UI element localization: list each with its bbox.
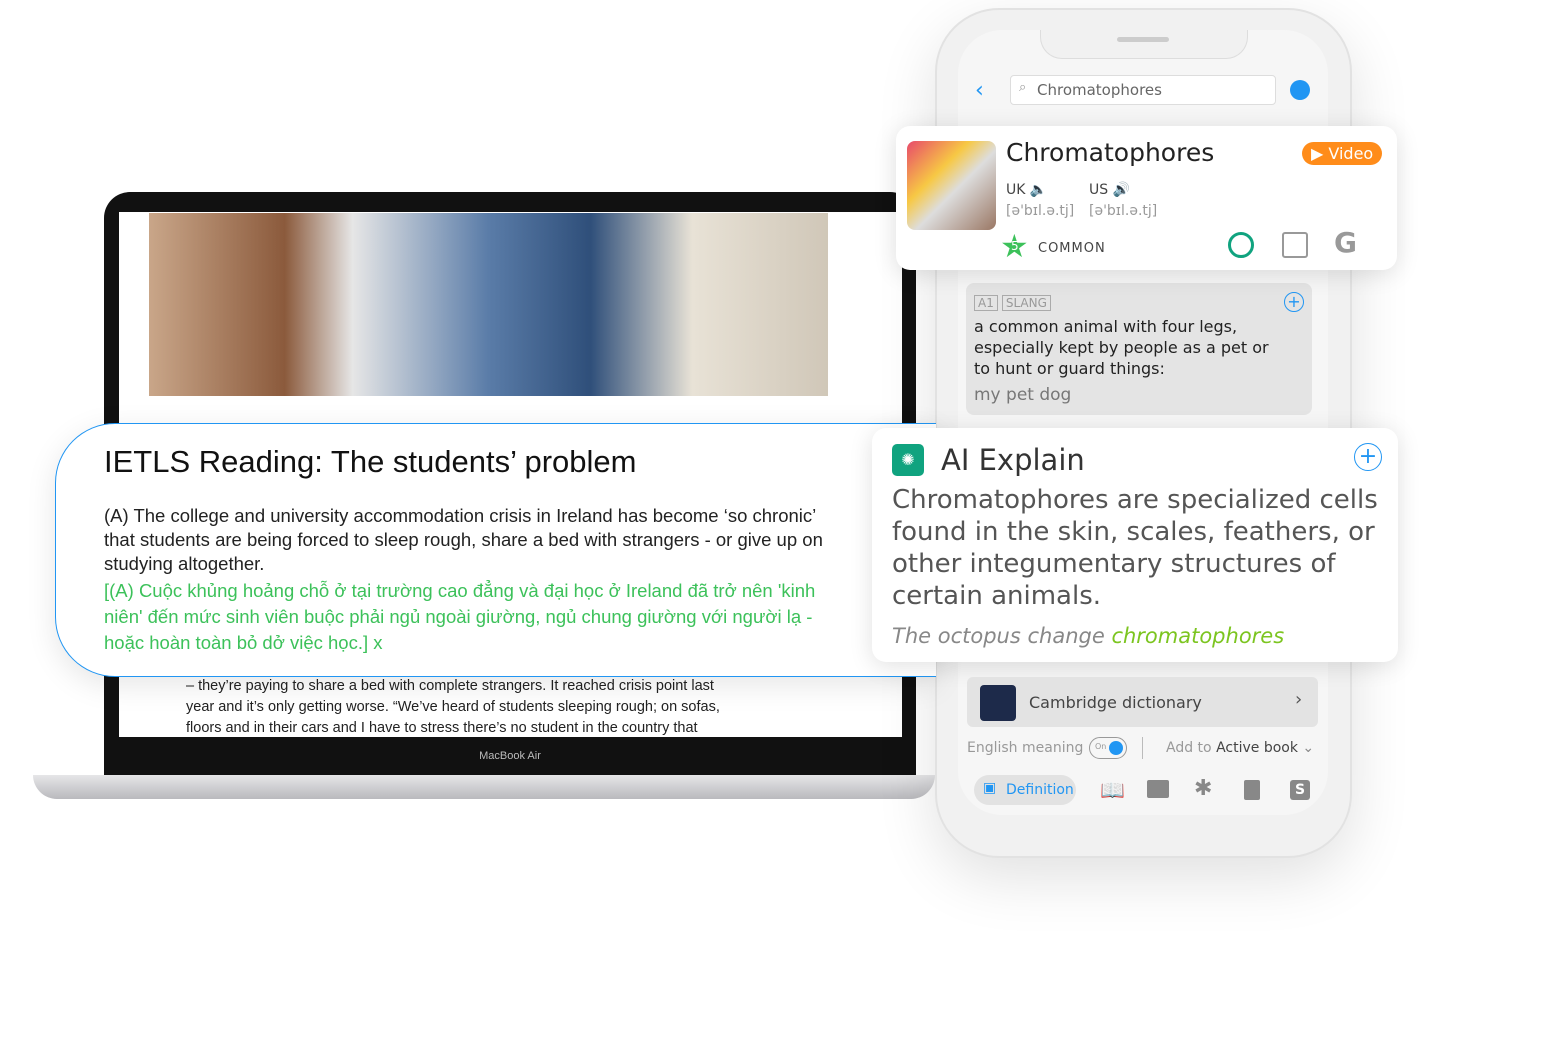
dictionary-name: Cambridge dictionary	[1029, 693, 1202, 712]
divider	[1142, 737, 1143, 759]
add-definition-icon[interactable]: +	[1284, 292, 1304, 312]
us-ipa: [ə'bɪl.ə.tj]	[1089, 203, 1158, 219]
body-line: year and it’s only getting worse. “We’ve…	[186, 699, 720, 715]
cambridge-logo	[980, 685, 1016, 721]
cambridge-dictionary-row[interactable]: Cambridge dictionary ›	[967, 677, 1318, 727]
article-image	[149, 213, 828, 396]
chatgpt-icon[interactable]	[1228, 232, 1254, 258]
phone-notch	[1040, 30, 1248, 59]
google-icon[interactable]: G	[1334, 226, 1357, 259]
add-ai-icon[interactable]: +	[1354, 443, 1382, 471]
ai-title: AI Explain	[941, 443, 1085, 477]
comment-icon[interactable]	[1147, 780, 1169, 798]
word-title: Chromatophores	[1006, 138, 1215, 167]
puzzle-icon[interactable]: ✱	[1194, 776, 1212, 801]
reading-paragraph: (A) The college and university accommoda…	[104, 505, 823, 574]
body-line: – they’re paying to share a bed with com…	[186, 678, 714, 694]
laptop-label: MacBook Air	[479, 750, 541, 762]
globe-icon[interactable]	[1290, 80, 1310, 100]
word-thumbnail	[907, 141, 996, 230]
laptop-base	[33, 775, 935, 799]
definition-example: my pet dog	[974, 385, 1072, 405]
english-meaning-toggle[interactable]: On	[1089, 737, 1127, 759]
level-tag: A1	[974, 295, 998, 311]
article-body: – they’re paying to share a bed with com…	[186, 676, 786, 739]
search-icon: ⌕	[1019, 80, 1027, 95]
reading-title: IETLS Reading: The students’ problem	[104, 444, 637, 479]
close-translation-button[interactable]: x	[373, 632, 382, 653]
video-button[interactable]: ▶ Video	[1302, 142, 1383, 165]
reading-card: IETLS Reading: The students’ problem (A)…	[55, 423, 936, 677]
uk-ipa: [ə'bɪl.ə.tj]	[1006, 203, 1075, 219]
back-chevron-icon[interactable]: ‹	[975, 78, 984, 103]
tab-definition[interactable]: ▣ Definition	[974, 775, 1076, 805]
s-app-icon[interactable]: S	[1290, 780, 1310, 800]
image-icon[interactable]	[1282, 232, 1308, 258]
speaker-icon	[1117, 37, 1169, 42]
register-tag: SLANG	[1001, 295, 1051, 311]
reading-translation: [(A) Cuộc khủng hoảng chỗ ở tại trường c…	[104, 580, 816, 653]
chatgpt-icon: ✺	[892, 444, 924, 476]
definition-card: A1 SLANG + a common animal with four legs…	[966, 283, 1312, 415]
add-to-select[interactable]: Add to Active book ⌄	[1166, 740, 1314, 756]
level-number: 5	[1011, 239, 1019, 253]
us-speaker-icon[interactable]: 🔊	[1113, 182, 1130, 198]
notes-icon[interactable]	[1244, 780, 1260, 800]
definition-text: a common animal with four legs, especial…	[974, 317, 1269, 378]
body-line: floors and in their cars and I have to s…	[186, 720, 698, 736]
frequency-label: COMMON	[1038, 241, 1106, 256]
uk-speaker-icon[interactable]: 🔈	[1030, 182, 1047, 198]
english-meaning-label: English meaning	[967, 740, 1084, 756]
search-input[interactable]: ⌕ Chromatophores	[1010, 75, 1276, 105]
ai-text: Chromatophores are specialized cells fou…	[892, 485, 1378, 611]
ai-example: The octopus change chromatophores	[892, 624, 1285, 648]
chevron-right-icon: ›	[1295, 689, 1303, 710]
book-icon[interactable]: 📖	[1100, 778, 1125, 802]
ai-explain-card: ✺ AI Explain + Chromatophores are specia…	[872, 428, 1398, 662]
